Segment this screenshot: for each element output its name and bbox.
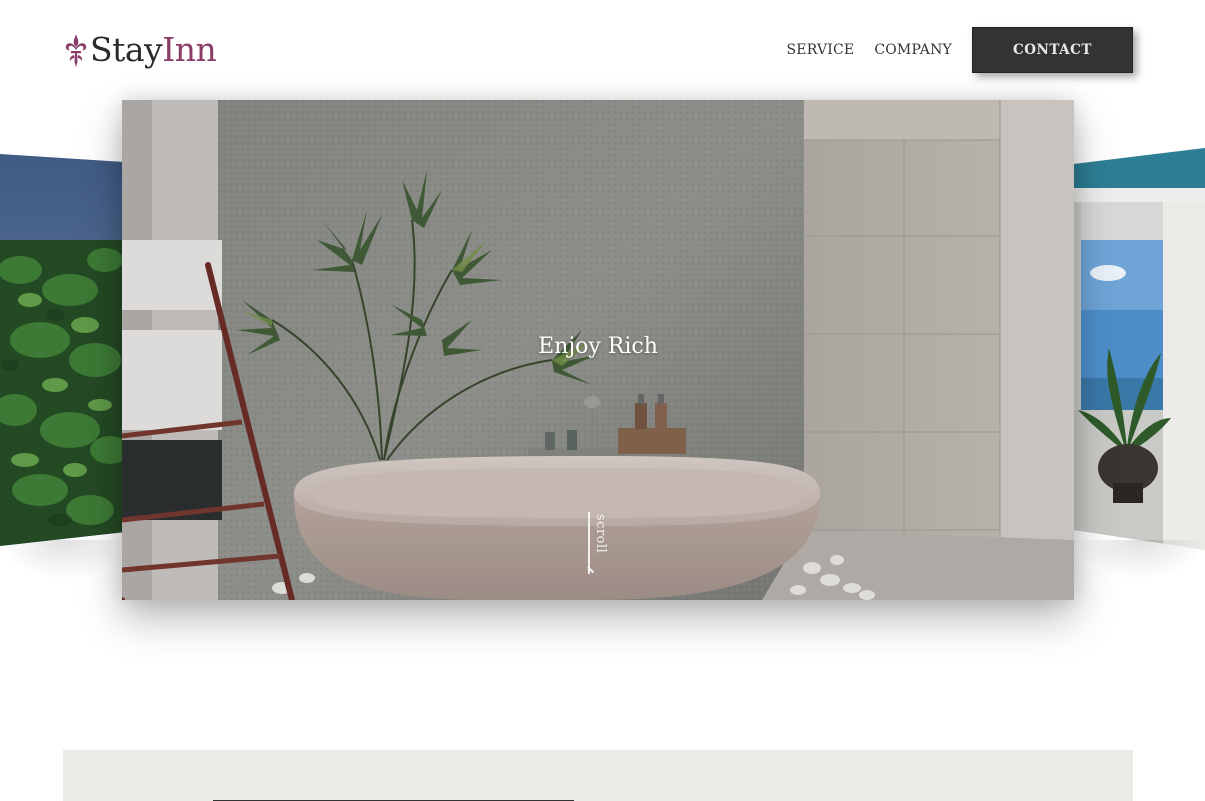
carousel-next-slide[interactable] (1073, 148, 1205, 550)
terrace-image (1073, 148, 1205, 550)
main-nav: SERVICE COMPANY CONTACT (787, 27, 1133, 73)
fleur-logo-icon (65, 34, 87, 67)
nav-service-link[interactable]: SERVICE (787, 42, 855, 58)
nav-company-link[interactable]: COMPANY (874, 42, 952, 58)
scroll-line (588, 512, 590, 574)
logo-link[interactable]: StayInn (63, 30, 217, 70)
intro-section (63, 750, 1133, 801)
hero-title: Enjoy Rich (538, 334, 658, 359)
contact-button[interactable]: CONTACT (972, 27, 1133, 73)
left-slide-shadow (0, 540, 130, 580)
brand-name-inn: Inn (162, 30, 217, 69)
brand-name: StayInn (90, 30, 217, 70)
carousel-prev-slide[interactable] (0, 153, 124, 547)
plants-image (0, 153, 124, 547)
brand-name-stay: Stay (90, 30, 163, 69)
scroll-indicator[interactable]: scroll (584, 512, 614, 582)
hero-slide: Enjoy Rich scroll (122, 100, 1074, 600)
scroll-label: scroll (593, 514, 608, 554)
right-slide-shadow (1073, 540, 1205, 580)
